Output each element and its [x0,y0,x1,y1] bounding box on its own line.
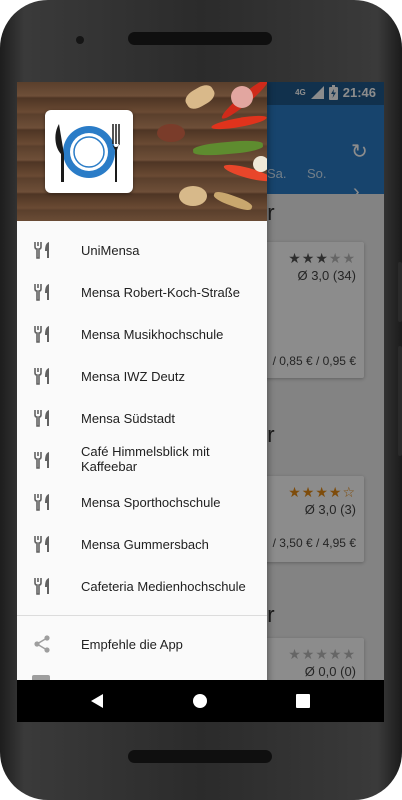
drawer-item-mensa-suedstadt[interactable]: Mensa Südstadt [17,408,267,428]
volume-button [398,346,402,456]
fork-knife-icon [34,452,49,469]
drawer-item-label: Mensa Robert-Koch-Straße [81,284,240,300]
system-navigation-bar [17,680,384,722]
drawer-divider [17,615,267,616]
drawer-item-mensa-iwz-deutz[interactable]: Mensa IWZ Deutz [17,366,267,386]
share-icon [34,635,50,653]
power-button [398,262,402,322]
top-speaker [128,32,272,45]
drawer-item-mensa-musikhochschule[interactable]: Mensa Musikhochschule [17,324,267,344]
fork-knife-icon [34,536,49,553]
app-logo [45,110,133,193]
drawer-item-label: Mensa Südstadt [81,410,175,426]
drawer-item-label: Mensa Sporthochschule [81,494,221,510]
fork-knife-icon [34,326,49,343]
drawer-item-label: Mensa Gummersbach [81,536,209,552]
fork-knife-icon [34,368,49,385]
home-button[interactable] [182,680,218,722]
plate-icon [55,124,120,182]
fork-knife-icon [34,494,49,511]
back-button[interactable] [79,680,115,722]
recents-icon [296,694,310,708]
drawer-item-label: UniMensa [81,242,140,258]
drawer-item-label: Mensa Musikhochschule [81,326,224,342]
drawer-item-share[interactable]: Empfehle die App [17,634,267,654]
drawer-item-label: Café Himmelsblick mit Kaffeebar [81,444,210,474]
navigation-drawer: UniMensa Mensa Robert-Koch-Straße Mensa … [17,82,267,722]
drawer-item-cafe-himmelsblick[interactable]: Café Himmelsblick mit Kaffeebar [17,444,267,474]
drawer-item-unimensa[interactable]: UniMensa [17,240,267,260]
drawer-item-cafeteria-medienhochschule[interactable]: Cafeteria Medienhochschule [17,576,267,596]
fork-knife-icon [34,284,49,301]
recents-button[interactable] [285,680,321,722]
back-icon [91,694,103,708]
drawer-item-label: Mensa IWZ Deutz [81,368,186,384]
drawer-item-mensa-gummersbach[interactable]: Mensa Gummersbach [17,534,267,554]
bottom-speaker [128,750,272,763]
screen: 4G 21:46 ↻ Sa. So. › hr ★★★★★ Ø 3,0 (34)… [17,82,384,722]
home-icon [193,694,207,708]
drawer-header-image [17,82,267,221]
drawer-item-label: Empfehle die App [81,636,183,652]
front-camera [76,36,84,44]
fork-knife-icon [34,242,49,259]
drawer-item-label: Cafeteria Medienhochschule [81,578,246,594]
fork-knife-icon [34,410,49,427]
fork-knife-icon [34,578,49,595]
drawer-item-mensa-sporthochschule[interactable]: Mensa Sporthochschule [17,492,267,512]
drawer-item-mensa-robert-koch-strasse[interactable]: Mensa Robert-Koch-Straße [17,282,267,302]
